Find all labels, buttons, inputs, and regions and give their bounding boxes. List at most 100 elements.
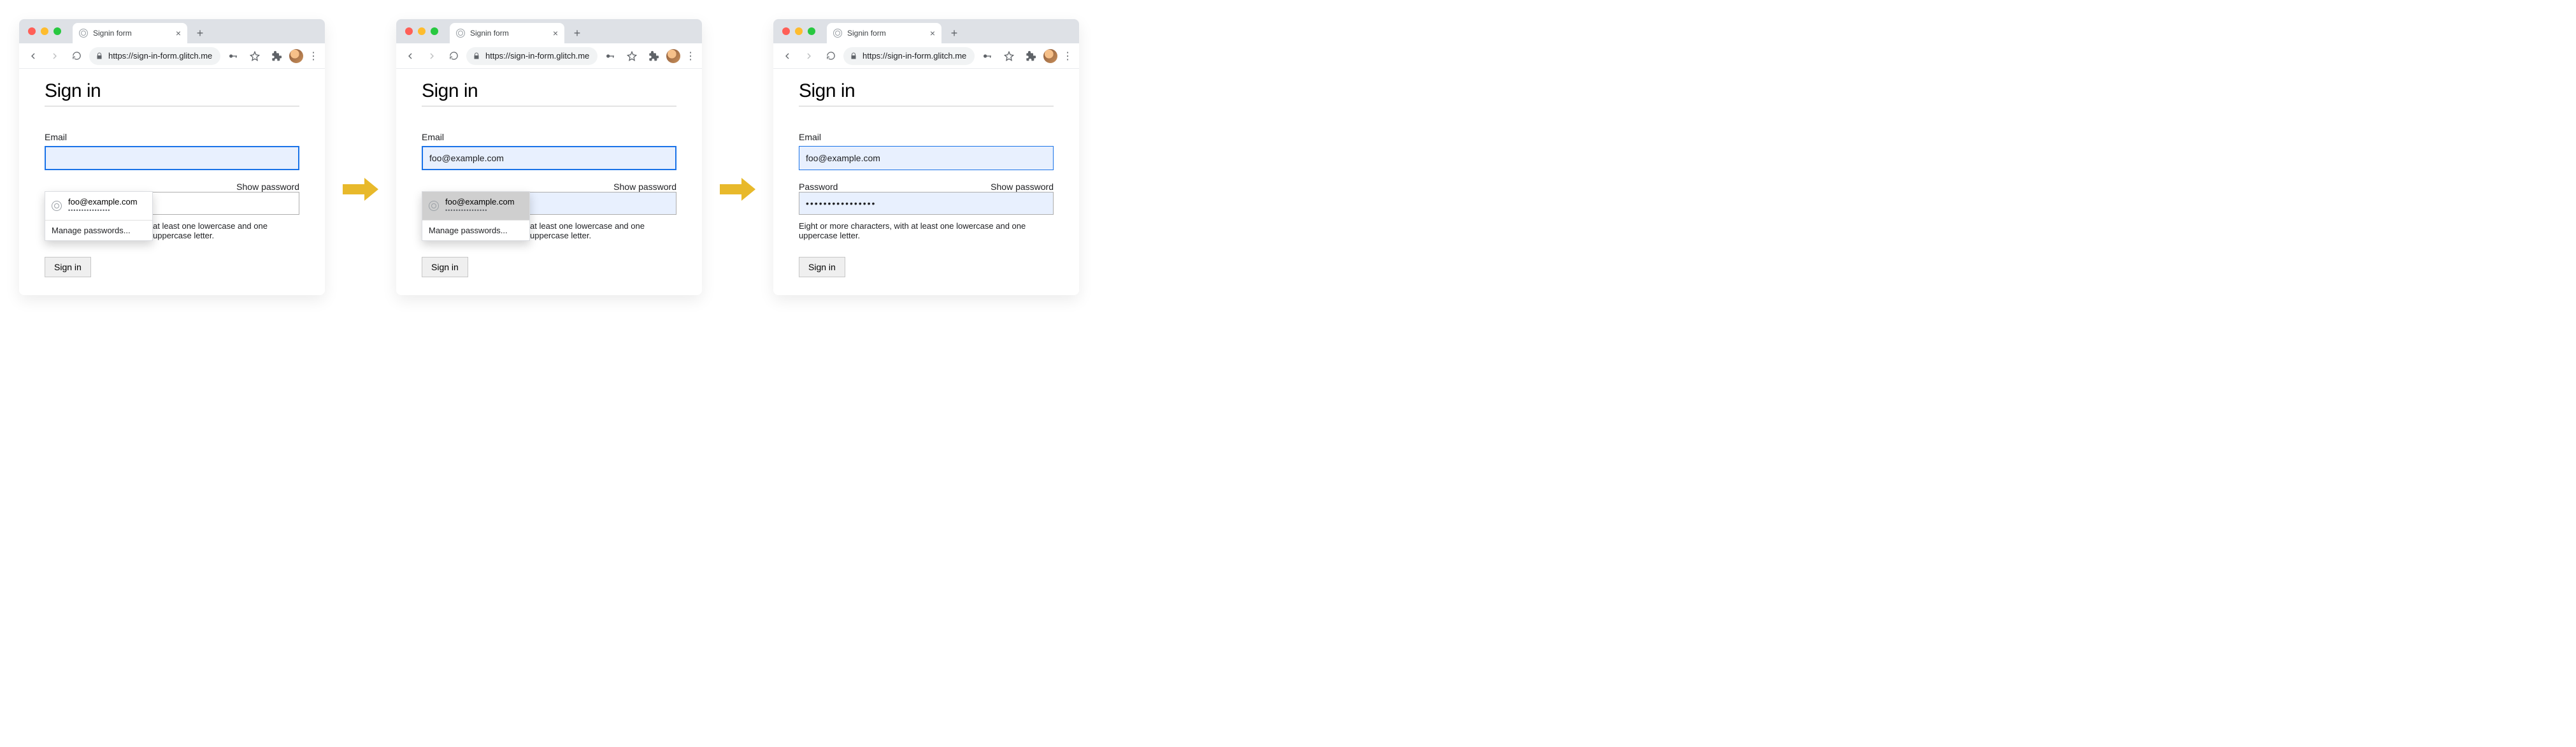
tab-title: Signin form [847,29,886,38]
address-bar[interactable]: https://sign-in-form.glitch.me [89,47,220,65]
address-bar[interactable]: https://sign-in-form.glitch.me [843,47,975,65]
extensions-icon[interactable] [1022,47,1040,65]
autofill-email: foo@example.com [68,197,138,207]
minimize-window-icon[interactable] [418,27,426,35]
lock-icon [850,52,857,60]
close-tab-icon[interactable]: × [553,28,558,38]
back-button[interactable] [401,47,419,65]
autofill-popup: foo@example.com •••••••••••••••• Manage … [422,191,530,241]
manage-passwords-link[interactable]: Manage passwords... [422,221,529,240]
menu-icon[interactable]: ⋮ [307,50,320,62]
window-controls [24,19,73,43]
profile-avatar[interactable] [1043,49,1057,63]
page-title: Sign in [799,80,1054,102]
password-helper-text: Eight or more characters, with at least … [799,221,1054,240]
new-tab-button[interactable]: + [568,24,586,42]
page-title: Sign in [422,80,676,102]
new-tab-button[interactable]: + [191,24,209,42]
globe-icon [79,29,88,38]
arrow-icon [720,177,755,202]
close-tab-icon[interactable]: × [176,28,181,38]
extensions-icon[interactable] [645,47,662,65]
star-icon[interactable] [1000,47,1018,65]
reload-button[interactable] [68,47,85,65]
key-icon[interactable] [224,47,242,65]
email-label: Email [799,132,1054,142]
window-controls [778,19,827,43]
forward-button[interactable] [800,47,818,65]
page-content: Sign in Email Password Show password Eig… [773,69,1079,295]
maximize-window-icon[interactable] [808,27,815,35]
autofill-suggestion[interactable]: foo@example.com •••••••••••••••• [422,192,529,220]
page-title: Sign in [45,80,299,102]
email-input[interactable] [799,146,1054,170]
password-input[interactable] [799,192,1054,215]
arrow-icon [343,177,378,202]
tab-title: Signin form [470,29,509,38]
show-password-toggle[interactable]: Show password [613,182,676,192]
extensions-icon[interactable] [268,47,285,65]
browser-window: Signin form × + https://sign-in-form.gli… [773,19,1079,295]
new-tab-button[interactable]: + [945,24,963,42]
close-window-icon[interactable] [405,27,413,35]
tab-strip: Signin form × + [773,19,1079,43]
lock-icon [473,52,480,60]
tab-strip: Signin form × + [19,19,325,43]
browser-toolbar: https://sign-in-form.glitch.me ⋮ [396,43,702,69]
forward-button[interactable] [46,47,64,65]
signin-button[interactable]: Sign in [799,257,845,277]
password-label: Password [799,182,838,192]
key-icon[interactable] [978,47,996,65]
signin-button[interactable]: Sign in [422,257,468,277]
globe-icon [429,201,439,211]
browser-tab[interactable]: Signin form × [73,23,187,43]
autofill-suggestion[interactable]: foo@example.com •••••••••••••••• [45,192,152,220]
lock-icon [96,52,103,60]
page-content: Sign in Email foo@example.com ••••••••••… [396,69,702,295]
window-controls [401,19,450,43]
manage-passwords-link[interactable]: Manage passwords... [45,221,152,240]
star-icon[interactable] [246,47,264,65]
autofill-email: foo@example.com [445,197,515,207]
menu-icon[interactable]: ⋮ [684,50,697,62]
browser-tab[interactable]: Signin form × [450,23,564,43]
url-text: https://sign-in-form.glitch.me [108,51,212,61]
globe-icon [833,29,842,38]
globe-icon [456,29,465,38]
email-input[interactable] [422,146,676,170]
back-button[interactable] [24,47,42,65]
browser-tab[interactable]: Signin form × [827,23,941,43]
page-content: Sign in Email foo@example.com ••••••••••… [19,69,325,295]
reload-button[interactable] [822,47,840,65]
close-window-icon[interactable] [28,27,36,35]
tab-title: Signin form [93,29,132,38]
forward-button[interactable] [423,47,441,65]
minimize-window-icon[interactable] [41,27,48,35]
email-input[interactable] [45,146,299,170]
close-window-icon[interactable] [782,27,790,35]
browser-window: Signin form × + https://sign-in-form.gli… [396,19,702,295]
star-icon[interactable] [623,47,641,65]
maximize-window-icon[interactable] [431,27,438,35]
browser-toolbar: https://sign-in-form.glitch.me ⋮ [19,43,325,69]
autofill-popup: foo@example.com •••••••••••••••• Manage … [45,191,153,241]
close-tab-icon[interactable]: × [930,28,935,38]
reload-button[interactable] [445,47,462,65]
show-password-toggle[interactable]: Show password [991,182,1054,192]
autofill-password-mask: •••••••••••••••• [445,207,515,214]
key-icon[interactable] [601,47,619,65]
maximize-window-icon[interactable] [54,27,61,35]
tab-strip: Signin form × + [396,19,702,43]
email-label: Email [422,132,676,142]
menu-icon[interactable]: ⋮ [1061,50,1074,62]
signin-button[interactable]: Sign in [45,257,91,277]
show-password-toggle[interactable]: Show password [236,182,299,192]
address-bar[interactable]: https://sign-in-form.glitch.me [466,47,597,65]
browser-window: Signin form × + https://sign-in-form.gli… [19,19,325,295]
profile-avatar[interactable] [666,49,680,63]
autofill-password-mask: •••••••••••••••• [68,207,138,214]
globe-icon [52,201,62,211]
minimize-window-icon[interactable] [795,27,803,35]
back-button[interactable] [778,47,796,65]
profile-avatar[interactable] [289,49,303,63]
